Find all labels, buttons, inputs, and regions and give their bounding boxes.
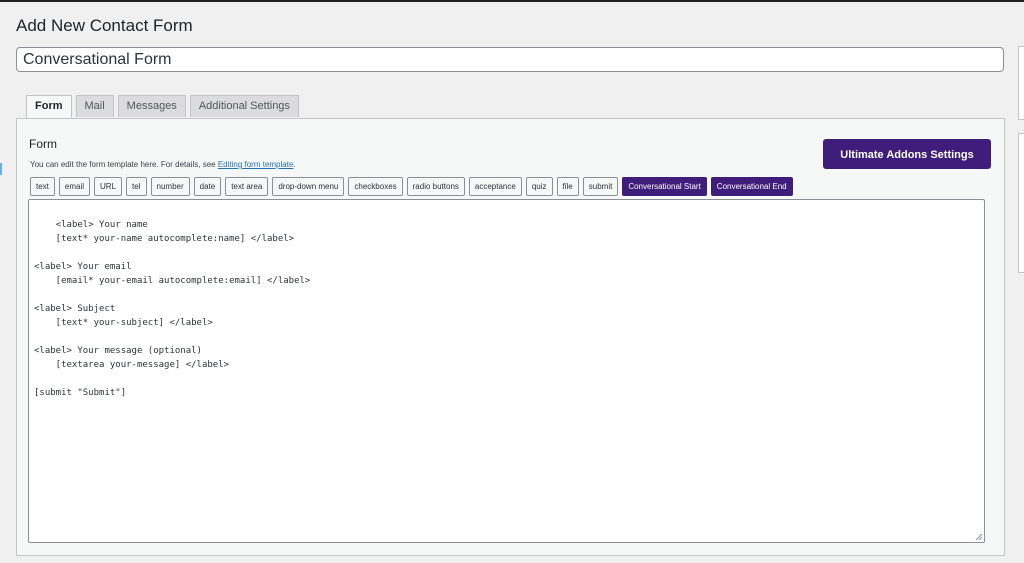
- tag-button-date[interactable]: date: [193, 177, 222, 196]
- tag-button-radio-buttons[interactable]: radio buttons: [406, 177, 465, 196]
- page-title: Add New Contact Form: [16, 16, 193, 35]
- tab-additional-settings[interactable]: Additional Settings: [189, 95, 299, 117]
- editing-form-template-link[interactable]: Editing form template: [218, 160, 294, 169]
- tag-button-text[interactable]: text: [30, 177, 55, 196]
- tag-button-tel[interactable]: tel: [126, 177, 147, 196]
- form-template-editor[interactable]: <label> Your name [text* your-name autoc…: [28, 199, 985, 543]
- tab-mail[interactable]: Mail: [75, 95, 114, 117]
- tag-button-text-area[interactable]: text area: [225, 177, 269, 196]
- tag-button-file[interactable]: file: [556, 177, 579, 196]
- tag-button-quiz[interactable]: quiz: [525, 177, 553, 196]
- description-suffix: .: [293, 160, 296, 169]
- tag-button-number[interactable]: number: [150, 177, 190, 196]
- tag-button-drop-down-menu[interactable]: drop-down menu: [272, 177, 345, 196]
- ultimate-addons-settings-button[interactable]: Ultimate Addons Settings: [823, 139, 991, 169]
- tag-button-submit[interactable]: submit: [582, 177, 619, 196]
- editor-tabs: Form Mail Messages Additional Settings: [26, 95, 299, 119]
- tag-button-conversational-start[interactable]: Conversational Start: [622, 177, 707, 196]
- form-title-input[interactable]: [16, 47, 1004, 72]
- admin-menu-edge: [0, 163, 2, 175]
- form-template-content: <label> Your name [text* your-name autoc…: [34, 220, 311, 398]
- sidebar-box-edge: [1018, 46, 1024, 120]
- tag-button-checkboxes[interactable]: checkboxes: [348, 177, 403, 196]
- tag-button-acceptance[interactable]: acceptance: [468, 177, 522, 196]
- tag-button-url[interactable]: URL: [94, 177, 123, 196]
- tag-button-conversational-end[interactable]: Conversational End: [710, 177, 793, 196]
- panel-heading: Form: [29, 137, 57, 151]
- resize-handle-icon[interactable]: [975, 533, 983, 541]
- sidebar-box-edge: [1018, 133, 1024, 273]
- form-panel: Form You can edit the form template here…: [16, 118, 1005, 556]
- tab-form[interactable]: Form: [26, 95, 72, 119]
- admin-top-edge: [0, 0, 1024, 2]
- description-text: You can edit the form template here. For…: [30, 160, 218, 169]
- tag-button-email[interactable]: email: [58, 177, 91, 196]
- tab-messages[interactable]: Messages: [117, 95, 186, 117]
- panel-description: You can edit the form template here. For…: [30, 160, 296, 169]
- tag-generator-buttons: text email URL tel number date text area…: [30, 177, 793, 196]
